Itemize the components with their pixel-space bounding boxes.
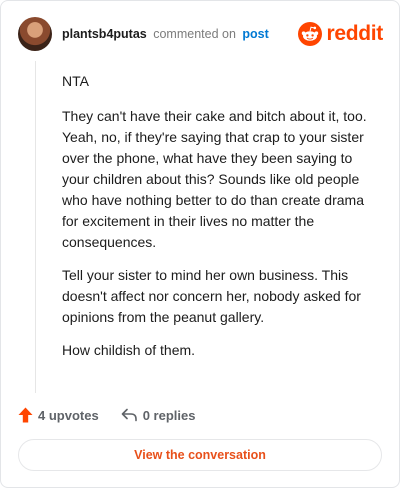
- comment-body: NTA They can't have their cake and bitch…: [62, 71, 382, 373]
- comment-header: plantsb4putas commented on post reddit: [18, 17, 383, 51]
- comment-meta: plantsb4putas commented on post: [62, 27, 269, 41]
- embedded-comment-card: plantsb4putas commented on post reddit N…: [0, 0, 400, 488]
- commented-on-text: commented on: [153, 27, 236, 41]
- post-link[interactable]: post: [242, 27, 268, 41]
- upvote-arrow-icon: [18, 407, 33, 423]
- reddit-wordmark: reddit: [326, 22, 383, 45]
- comment-paragraph: How childish of them.: [62, 342, 196, 358]
- comment-actions: 4 upvotes 0 replies: [18, 405, 195, 425]
- thread-line: [35, 61, 36, 393]
- view-conversation-button[interactable]: View the conversation: [18, 439, 382, 471]
- reddit-logo[interactable]: reddit: [298, 21, 383, 47]
- replies-count: 0 replies: [142, 407, 196, 423]
- upvote-count: 4 upvotes: [38, 407, 99, 423]
- upvote-button[interactable]: 4 upvotes: [18, 407, 99, 423]
- reply-arrow-icon: [121, 408, 138, 422]
- comment-paragraph: Tell your sister to mind her own busines…: [62, 267, 361, 325]
- reddit-snoo-icon: [298, 22, 323, 46]
- user-avatar[interactable]: [18, 17, 52, 51]
- comment-paragraph: NTA: [62, 73, 89, 89]
- comment-paragraph: They can't have their cake and bitch abo…: [62, 108, 367, 250]
- username[interactable]: plantsb4putas: [62, 27, 147, 41]
- replies-button[interactable]: 0 replies: [121, 407, 196, 423]
